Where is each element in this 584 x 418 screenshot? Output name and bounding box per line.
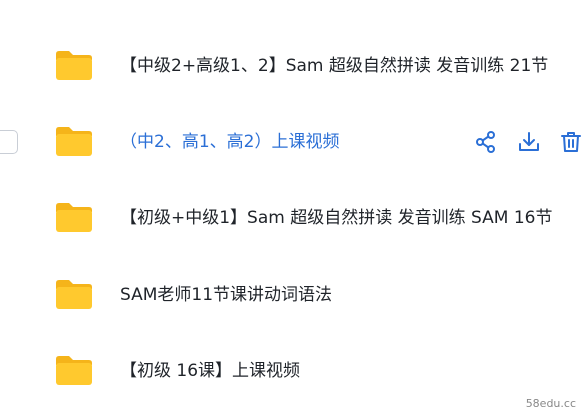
file-row[interactable]: 【初级+中级1】Sam 超级自然拼读 发音训练 SAM 16节 xyxy=(0,180,584,256)
folder-icon xyxy=(54,353,94,387)
trash-icon[interactable] xyxy=(559,130,583,154)
file-row-selected[interactable]: （中2、高1、高2）上课视频 xyxy=(0,104,584,180)
row-checkbox[interactable] xyxy=(0,130,18,154)
folder-icon xyxy=(54,277,94,311)
file-name[interactable]: 【中级2+高级1、2】Sam 超级自然拼读 发音训练 21节 xyxy=(120,52,548,80)
folder-icon xyxy=(54,48,94,82)
folder-icon xyxy=(54,200,94,234)
share-icon[interactable] xyxy=(474,130,498,154)
file-name[interactable]: 【初级+中级1】Sam 超级自然拼读 发音训练 SAM 16节 xyxy=(120,204,552,232)
file-name[interactable]: 【初级 16课】上课视频 xyxy=(120,357,300,385)
folder-icon xyxy=(54,124,94,158)
download-icon[interactable] xyxy=(517,130,541,154)
file-row[interactable]: SAM老师11节课讲动词语法 xyxy=(0,257,584,333)
file-row[interactable]: 【初级 16课】上课视频 xyxy=(0,333,584,409)
file-name[interactable]: （中2、高1、高2）上课视频 xyxy=(120,128,339,156)
watermark: 58edu.cc xyxy=(525,397,576,410)
file-row[interactable]: 【中级2+高级1、2】Sam 超级自然拼读 发音训练 21节 xyxy=(0,28,584,104)
file-list: 【中级2+高级1、2】Sam 超级自然拼读 发音训练 21节 （中2、高1、高2… xyxy=(0,0,584,418)
file-name[interactable]: SAM老师11节课讲动词语法 xyxy=(120,281,332,309)
